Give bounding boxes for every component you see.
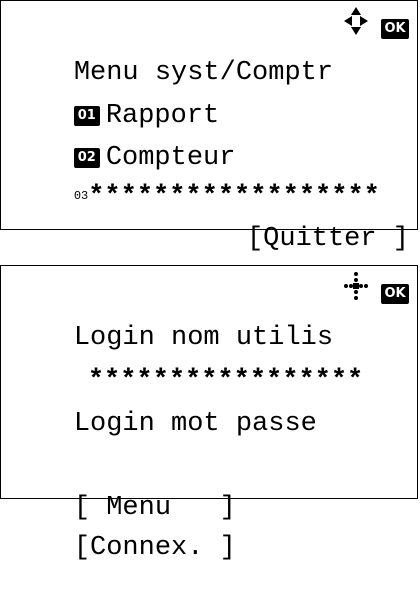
connect-softkey[interactable]: [Connex. ] (74, 533, 236, 563)
quit-softkey[interactable]: [Quitter ] (247, 224, 409, 254)
four-way-arrow-icon (344, 7, 368, 35)
softkey-row: [ Menu ] [Connex. ] (9, 448, 409, 563)
login-user-value-row[interactable]: ***************** (9, 321, 409, 396)
menu-softkey[interactable]: [ Menu ] (74, 493, 236, 523)
hidden-item-row: 03****************** (9, 136, 409, 212)
login-screen: Login nom utilis OK ***************** Lo… (0, 265, 418, 563)
login-password-row: Login mot passe (9, 364, 409, 439)
ok-key-icon: OK (381, 284, 409, 304)
softkey-row: [Quitter ] (9, 179, 409, 254)
ok-key-icon: OK (381, 19, 409, 39)
menu-item-compteur[interactable]: 02 Compteur (9, 98, 409, 173)
system-menu-screen: Menu syst/Comptr OK 01 Rapport 02 Compteur… (0, 0, 418, 254)
menu-item-rapport[interactable]: 01 Rapport (9, 56, 409, 131)
dotted-arrow-icon (344, 272, 368, 300)
login-password-value-row[interactable] (9, 404, 409, 444)
